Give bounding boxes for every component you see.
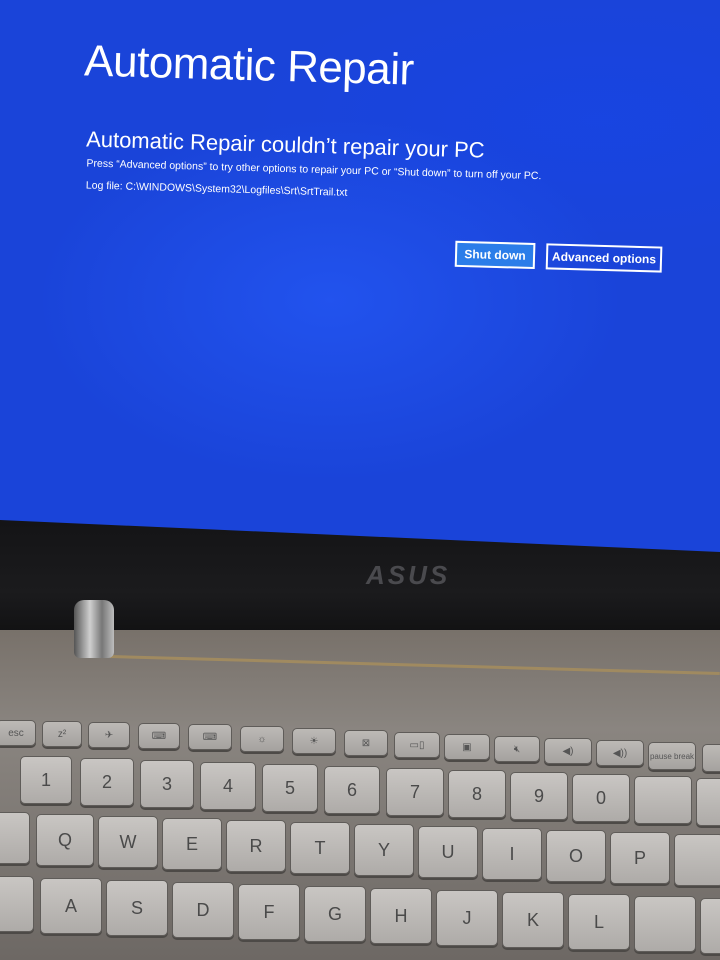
log-file-path: Log file: C:\WINDOWS\System32\Logfiles\S… — [85, 179, 348, 199]
brightness-up-icon: ☀ — [309, 735, 319, 747]
advanced-options-button[interactable]: Advanced options — [545, 243, 663, 273]
key-i[interactable]: I — [482, 828, 542, 880]
key-8[interactable]: 8 — [448, 770, 506, 818]
key-o[interactable]: O — [546, 830, 606, 882]
page-title: Automatic Repair — [83, 36, 415, 95]
key-f3[interactable]: ⌨ — [138, 723, 180, 749]
key-t[interactable]: T — [290, 822, 350, 874]
key-f8[interactable]: ▭▯ — [394, 732, 440, 758]
key-j[interactable]: J — [436, 890, 498, 946]
key-7[interactable]: 7 — [386, 768, 444, 816]
key-4[interactable]: 4 — [200, 762, 256, 810]
keyboard: esc z² ✈ ⌨ ⌨ ☼ ☀ ⊠ ▭▯ ▣ 🔇︎ ◀) ◀)) pause … — [0, 700, 720, 960]
key-g[interactable]: G — [304, 886, 366, 942]
key-q[interactable]: Q — [36, 814, 94, 866]
key-semicolon[interactable] — [634, 896, 696, 952]
key-2[interactable]: 2 — [80, 758, 134, 806]
key-f[interactable]: F — [238, 884, 300, 940]
key-1[interactable]: 1 — [20, 756, 72, 804]
keyboard-backlight-down-icon: ⌨ — [151, 730, 167, 742]
key-f4[interactable]: ⌨ — [188, 724, 232, 750]
keyboard-backlight-up-icon: ⌨ — [202, 731, 218, 743]
key-u[interactable]: U — [418, 826, 478, 878]
key-f9[interactable]: ▣ — [444, 734, 490, 760]
key-6[interactable]: 6 — [324, 766, 380, 814]
key-d[interactable]: D — [172, 882, 234, 938]
key-f2[interactable]: ✈ — [88, 722, 130, 748]
key-r[interactable]: R — [226, 820, 286, 872]
key-3[interactable]: 3 — [140, 760, 194, 808]
key-w[interactable]: W — [98, 816, 158, 868]
key-tab[interactable] — [0, 812, 30, 864]
volume-up-icon: ◀)) — [612, 747, 628, 759]
key-0[interactable]: 0 — [572, 774, 630, 822]
key-5[interactable]: 5 — [262, 764, 318, 812]
projector-icon: ▭▯ — [409, 739, 425, 751]
key-f5[interactable]: ☼ — [240, 726, 284, 752]
key-bracket-left[interactable] — [674, 834, 720, 886]
touchpad-icon: ▣ — [462, 741, 472, 753]
key-y[interactable]: Y — [354, 824, 414, 876]
hinge — [74, 600, 114, 658]
key-s[interactable]: S — [106, 880, 168, 936]
key-equals[interactable] — [696, 778, 720, 826]
key-esc[interactable]: esc — [0, 720, 36, 746]
key-f12[interactable]: ◀)) — [596, 740, 644, 766]
error-subtitle: Automatic Repair couldn’t repair your PC — [85, 126, 485, 163]
key-print-screen[interactable] — [702, 744, 720, 772]
key-caps-lock[interactable] — [0, 876, 34, 932]
key-a[interactable]: A — [40, 878, 102, 934]
brand-logo: ASUS — [366, 560, 451, 590]
brightness-down-icon: ☼ — [257, 733, 267, 745]
zzz-icon: z² — [57, 728, 67, 740]
key-p[interactable]: P — [610, 832, 670, 884]
laptop-screen: Automatic Repair Automatic Repair couldn… — [0, 0, 720, 552]
automatic-repair-dialog: Automatic Repair Automatic Repair couldn… — [0, 0, 720, 552]
key-9[interactable]: 9 — [510, 772, 568, 820]
key-f1[interactable]: z² — [42, 721, 82, 747]
key-l[interactable]: L — [568, 894, 630, 950]
shut-down-button[interactable]: Shut down — [454, 240, 536, 270]
key-quote[interactable] — [700, 898, 720, 954]
key-k[interactable]: K — [502, 892, 564, 948]
key-f6[interactable]: ☀ — [292, 728, 336, 754]
key-f11[interactable]: ◀) — [544, 738, 592, 764]
key-h[interactable]: H — [370, 888, 432, 944]
volume-down-icon: ◀) — [562, 745, 574, 757]
key-f10[interactable]: 🔇︎ — [494, 736, 540, 762]
key-f7[interactable]: ⊠ — [344, 730, 388, 756]
display-off-icon: ⊠ — [361, 737, 371, 749]
key-pause-break[interactable]: pause break — [648, 742, 696, 770]
mute-icon: 🔇︎ — [513, 743, 521, 755]
key-e[interactable]: E — [162, 818, 222, 870]
key-minus[interactable] — [634, 776, 692, 824]
airplane-icon: ✈ — [104, 729, 114, 741]
